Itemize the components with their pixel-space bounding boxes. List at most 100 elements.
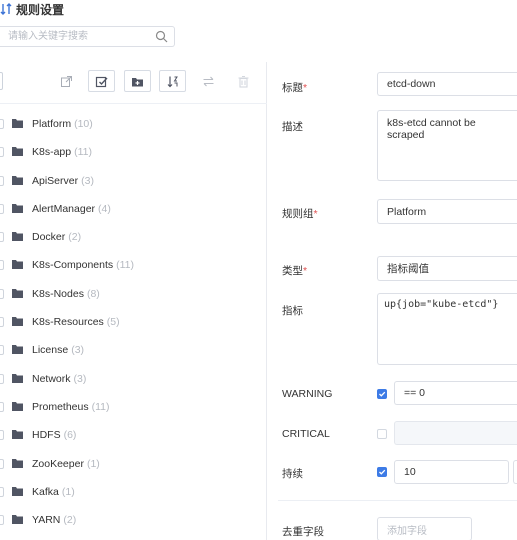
folder-icon (12, 401, 23, 411)
tree-node-label: K8s-app (11) (32, 146, 92, 158)
node-checkbox[interactable] (0, 430, 4, 441)
delete-button[interactable] (230, 70, 257, 92)
node-count: (8) (86, 287, 100, 300)
node-checkbox[interactable] (0, 373, 4, 384)
check-icon (379, 469, 386, 475)
tree-node-label: AlertManager (4) (32, 203, 111, 215)
duration-input[interactable]: 10 (394, 460, 509, 484)
tree-node[interactable]: License (3) (0, 336, 267, 364)
node-checkbox[interactable] (0, 119, 4, 129)
tree-node-label: HDFS (6) (32, 429, 76, 441)
warning-threshold-input[interactable]: == 0 (394, 381, 517, 405)
tree-node-label: Kafka (1) (32, 486, 75, 498)
swap-button[interactable] (195, 70, 222, 92)
tree-node[interactable]: ZooKeeper (1) (0, 450, 267, 478)
node-checkbox[interactable] (0, 288, 4, 299)
folder-icon (12, 119, 23, 128)
node-checkbox[interactable] (0, 345, 4, 356)
select-all-checkbox[interactable] (0, 72, 3, 90)
tree-node-label: ApiServer (3) (32, 175, 94, 187)
node-checkbox[interactable] (0, 203, 4, 214)
folder-icon (12, 260, 23, 270)
tree-node[interactable]: Platform (10) (0, 110, 267, 138)
export-icon (61, 75, 72, 87)
search-box[interactable] (0, 26, 175, 47)
tree-node[interactable]: Kafka (1) (0, 478, 267, 506)
critical-threshold-input[interactable] (394, 421, 517, 445)
folder-icon (12, 486, 23, 496)
node-count: (4) (98, 202, 111, 215)
metric-expression-input[interactable]: up{job="kube-etcd"} (377, 293, 517, 365)
tree-node[interactable]: ApiServer (3) (0, 167, 267, 195)
node-checkbox[interactable] (0, 458, 4, 469)
rule-form: 标题* etcd-down 描述 k8s-etcd cannot be scra… (268, 62, 517, 540)
tree-node[interactable]: Network (3) (0, 365, 267, 393)
node-name: K8s-Nodes (32, 287, 84, 300)
node-checkbox[interactable] (0, 232, 4, 243)
tree-node-label: ZooKeeper (1) (32, 458, 100, 470)
tree-node-label: K8s-Components (11) (32, 259, 134, 271)
tree-node[interactable]: YARN (2) (0, 506, 267, 534)
tree-node-label: Prometheus (11) (32, 401, 110, 413)
title-label: 标题* (282, 82, 308, 94)
tree-node[interactable]: K8s-Components (11) (0, 251, 267, 279)
section-divider (278, 500, 517, 501)
critical-checkbox[interactable] (377, 429, 387, 439)
sort-button[interactable] (159, 70, 186, 92)
tree-node[interactable]: HDFS (6) (0, 421, 267, 449)
node-checkbox[interactable] (0, 515, 4, 526)
node-count: (5) (106, 316, 120, 329)
folder-icon (12, 317, 23, 327)
node-checkbox[interactable] (0, 175, 4, 186)
rule-group-label: 规则组* (282, 208, 318, 220)
node-checkbox[interactable] (0, 147, 4, 158)
node-count: (3) (73, 372, 87, 385)
search-icon[interactable] (155, 30, 168, 43)
dedup-field-input[interactable]: 添加字段 (377, 517, 472, 540)
description-textarea[interactable]: k8s-etcd cannot be scraped (377, 110, 517, 181)
tree-node-label: K8s-Nodes (8) (32, 288, 100, 300)
node-name: Docker (32, 231, 66, 244)
tree-node-label: Docker (2) (32, 231, 81, 243)
node-count: (11) (116, 259, 135, 272)
node-count: (10) (74, 118, 93, 130)
export-button[interactable] (53, 70, 80, 92)
node-checkbox[interactable] (0, 401, 4, 412)
tree-node[interactable]: Prometheus (11) (0, 393, 267, 421)
folder-icon (12, 232, 23, 242)
edit-icon (95, 76, 108, 87)
duration-label: 持续 (282, 468, 303, 480)
tree-node[interactable]: K8s-Nodes (8) (0, 280, 267, 308)
tree-node[interactable]: Docker (2) (0, 223, 267, 251)
filter-sort-icon (0, 2, 12, 16)
node-checkbox[interactable] (0, 260, 4, 271)
edit-button[interactable] (88, 70, 115, 92)
duration-checkbox[interactable] (377, 467, 387, 477)
rule-group-tree: Platform (10) K8s-app (11) ApiServer (3) Alert… (0, 110, 267, 534)
add-folder-button[interactable] (124, 70, 151, 92)
node-name: K8s-Components (32, 259, 114, 272)
tree-node[interactable]: K8s-Resources (5) (0, 308, 267, 336)
node-name: K8s-app (32, 146, 72, 159)
folder-icon (12, 515, 23, 525)
node-count: (2) (68, 231, 82, 244)
tree-node-label: Platform (10) (32, 118, 93, 130)
check-icon (379, 391, 386, 397)
node-checkbox[interactable] (0, 317, 4, 328)
folder-icon (12, 373, 23, 383)
warning-label: WARNING (282, 388, 333, 400)
sort-icon (167, 76, 178, 87)
node-name: YARN (32, 514, 61, 527)
node-checkbox[interactable] (0, 486, 4, 497)
rule-group-select[interactable]: Platform (377, 199, 517, 224)
folder-icon (12, 430, 23, 440)
title-input[interactable]: etcd-down (377, 72, 517, 96)
tree-node[interactable]: K8s-app (11) (0, 138, 267, 166)
warning-checkbox[interactable] (377, 389, 387, 399)
type-select[interactable]: 指标阈值 (377, 256, 517, 281)
search-input[interactable] (0, 27, 150, 46)
duration-unit-select[interactable] (513, 460, 517, 484)
tree-node[interactable]: AlertManager (4) (0, 195, 267, 223)
node-name: AlertManager (32, 202, 96, 215)
folder-icon (12, 203, 23, 213)
